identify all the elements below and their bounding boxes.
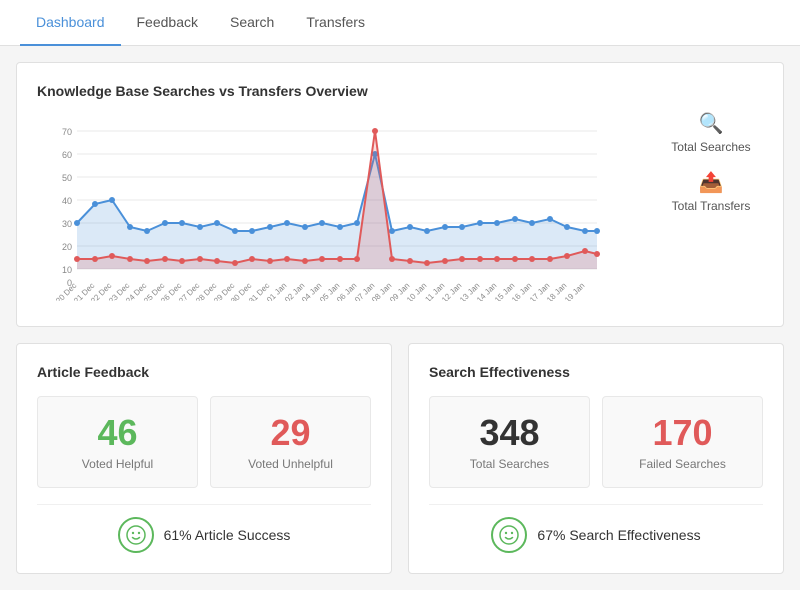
article-feedback-footer: 61% Article Success: [37, 504, 371, 553]
search-effectiveness-label: 67% Search Effectiveness: [537, 527, 700, 543]
article-feedback-title: Article Feedback: [37, 364, 371, 380]
article-feedback-card: Article Feedback 46 Voted Helpful 29 Vot…: [16, 343, 392, 574]
chart-area: 70 60 50 40 30 20 10 0: [37, 111, 763, 306]
legend-total-searches: 🔍 Total Searches: [659, 111, 763, 154]
tab-feedback[interactable]: Feedback: [121, 0, 214, 46]
voted-unhelpful-value: 29: [227, 413, 354, 453]
bottom-row: Article Feedback 46 Voted Helpful 29 Vot…: [16, 343, 784, 574]
total-searches-label: Total Searches: [446, 457, 573, 471]
legend-total-transfers: 📤 Total Transfers: [659, 170, 763, 213]
svg-text:19 Jan: 19 Jan: [563, 281, 586, 301]
chart-svg: 70 60 50 40 30 20 10 0: [37, 111, 643, 306]
legend-total-searches-label: Total Searches: [671, 140, 750, 154]
search-effectiveness-boxes: 348 Total Searches 170 Failed Searches: [429, 396, 763, 488]
svg-text:70: 70: [62, 127, 72, 137]
svg-text:10: 10: [62, 265, 72, 275]
main-content: Knowledge Base Searches vs Transfers Ove…: [0, 46, 800, 590]
search-effectiveness-footer: 67% Search Effectiveness: [429, 504, 763, 553]
article-success-smiley: [118, 517, 154, 553]
article-success-label: 61% Article Success: [164, 527, 291, 543]
legend-total-transfers-label: Total Transfers: [672, 199, 751, 213]
chart-legend: 🔍 Total Searches 📤 Total Transfers: [643, 111, 763, 213]
voted-unhelpful-label: Voted Unhelpful: [227, 457, 354, 471]
voted-unhelpful-box: 29 Voted Unhelpful: [210, 396, 371, 488]
svg-text:40: 40: [62, 196, 72, 206]
tabs-bar: Dashboard Feedback Search Transfers: [0, 0, 800, 46]
svg-text:60: 60: [62, 150, 72, 160]
voted-helpful-label: Voted Helpful: [54, 457, 181, 471]
svg-text:50: 50: [62, 173, 72, 183]
search-effectiveness-smiley: [491, 517, 527, 553]
total-searches-value: 348: [446, 413, 573, 453]
search-icon: 🔍: [699, 111, 724, 136]
transfer-icon: 📤: [699, 170, 724, 195]
voted-helpful-value: 46: [54, 413, 181, 453]
total-searches-box: 348 Total Searches: [429, 396, 590, 488]
article-feedback-boxes: 46 Voted Helpful 29 Voted Unhelpful: [37, 396, 371, 488]
chart-title: Knowledge Base Searches vs Transfers Ove…: [37, 83, 763, 99]
failed-searches-value: 170: [619, 413, 746, 453]
search-effectiveness-title: Search Effectiveness: [429, 364, 763, 380]
chart-card: Knowledge Base Searches vs Transfers Ove…: [16, 62, 784, 327]
failed-searches-box: 170 Failed Searches: [602, 396, 763, 488]
failed-searches-label: Failed Searches: [619, 457, 746, 471]
tab-transfers[interactable]: Transfers: [290, 0, 381, 46]
tab-dashboard[interactable]: Dashboard: [20, 0, 121, 46]
svg-text:30: 30: [62, 219, 72, 229]
svg-text:20: 20: [62, 242, 72, 252]
page-wrapper: Dashboard Feedback Search Transfers Know…: [0, 0, 800, 590]
tab-search[interactable]: Search: [214, 0, 290, 46]
voted-helpful-box: 46 Voted Helpful: [37, 396, 198, 488]
search-effectiveness-card: Search Effectiveness 348 Total Searches …: [408, 343, 784, 574]
